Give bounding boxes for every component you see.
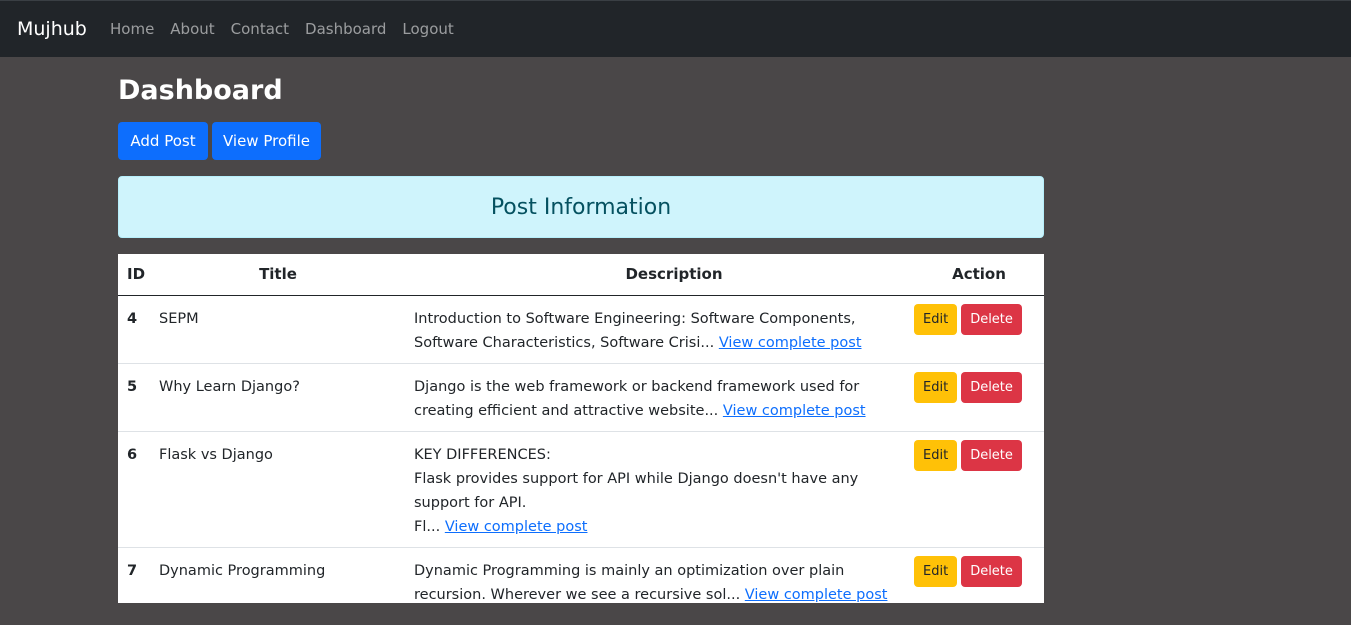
header-id: ID (118, 254, 159, 296)
row-actions: Edit Delete (914, 431, 1044, 548)
banner-title: Post Information (490, 194, 672, 220)
edit-button[interactable]: Edit (914, 555, 958, 587)
table-header-row: ID Title Description Action (118, 254, 1044, 296)
nav-links: Home About Contact Dashboard Logout (110, 20, 470, 38)
page-title: Dashboard (118, 75, 283, 106)
row-description: Introduction to Software Engineering: So… (414, 295, 914, 364)
header-title: Title (159, 254, 414, 296)
row-id: 7 (118, 547, 159, 603)
row-title: Why Learn Django? (159, 363, 414, 432)
row-title: Flask vs Django (159, 431, 414, 548)
table-row: 4 SEPM Introduction to Software Engineer… (118, 295, 1044, 364)
delete-button[interactable]: Delete (961, 371, 1022, 403)
edit-button[interactable]: Edit (914, 303, 958, 335)
row-description: Dynamic Programming is mainly an optimiz… (414, 547, 914, 603)
table-row: 5 Why Learn Django? Django is the web fr… (118, 363, 1044, 432)
nav-link-home[interactable]: Home (110, 20, 154, 38)
nav-link-dashboard[interactable]: Dashboard (305, 20, 386, 38)
nav-link-about[interactable]: About (170, 20, 214, 38)
header-description: Description (414, 254, 914, 296)
view-profile-button[interactable]: View Profile (212, 122, 321, 160)
row-actions: Edit Delete (914, 295, 1044, 364)
row-actions: Edit Delete (914, 363, 1044, 432)
delete-button[interactable]: Delete (961, 303, 1022, 335)
table-row: 6 Flask vs Django KEY DIFFERENCES: Flask… (118, 431, 1044, 548)
row-id: 5 (118, 363, 159, 432)
row-actions: Edit Delete (914, 547, 1044, 603)
row-description: KEY DIFFERENCES: Flask provides support … (414, 431, 914, 548)
edit-button[interactable]: Edit (914, 371, 958, 403)
nav-link-contact[interactable]: Contact (231, 20, 289, 38)
view-complete-post-link[interactable]: View complete post (745, 587, 888, 603)
nav-link-logout[interactable]: Logout (402, 20, 453, 38)
view-complete-post-link[interactable]: View complete post (723, 403, 866, 419)
view-complete-post-link[interactable]: View complete post (445, 519, 588, 535)
delete-button[interactable]: Delete (961, 555, 1022, 587)
row-title: Dynamic Programming (159, 547, 414, 603)
row-id: 4 (118, 295, 159, 364)
navbar: Mujhub Home About Contact Dashboard Logo… (0, 0, 1351, 57)
row-id: 6 (118, 431, 159, 548)
posts-table-container: ID Title Description Action 4 SEPM Intro… (118, 254, 1044, 603)
brand-link[interactable]: Mujhub (17, 18, 87, 40)
add-post-button[interactable]: Add Post (118, 122, 208, 160)
header-action: Action (914, 254, 1044, 296)
post-information-banner: Post Information (118, 176, 1044, 238)
row-title: SEPM (159, 295, 414, 364)
row-description: Django is the web framework or backend f… (414, 363, 914, 432)
delete-button[interactable]: Delete (961, 439, 1022, 471)
view-complete-post-link[interactable]: View complete post (719, 335, 862, 351)
table-row: 7 Dynamic Programming Dynamic Programmin… (118, 547, 1044, 603)
posts-table: ID Title Description Action 4 SEPM Intro… (118, 254, 1044, 603)
edit-button[interactable]: Edit (914, 439, 958, 471)
